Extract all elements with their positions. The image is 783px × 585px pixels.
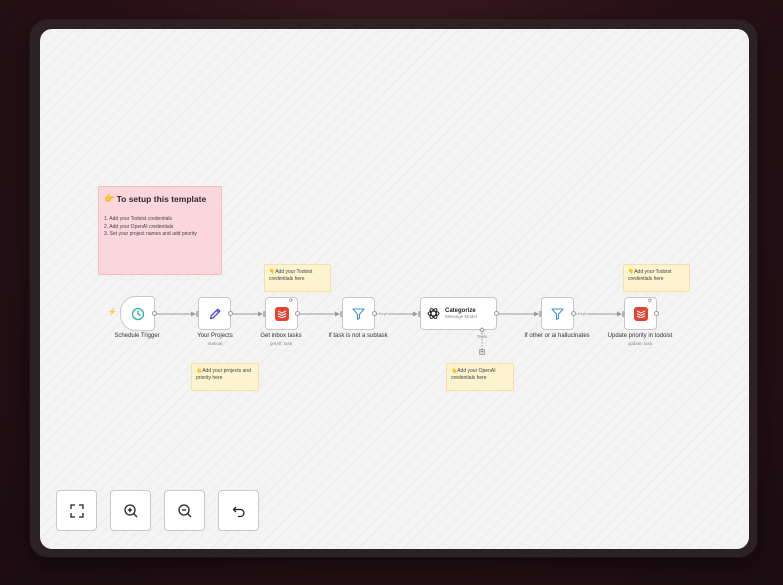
setup-steps-list: 1. Add your Todoist credentials 2. Add y… (104, 216, 216, 239)
fit-view-icon (69, 503, 84, 518)
setup-step: 2. Add your OpenAI credentials (104, 223, 174, 230)
your-projects-node[interactable] (198, 297, 231, 330)
your-projects-label: Your Projects (197, 333, 233, 339)
setup-sticky-note[interactable]: 👉 To setup this template 1. Add your Tod… (98, 186, 222, 275)
clock-icon (131, 307, 144, 320)
input-port[interactable] (340, 311, 343, 317)
todoist-icon (633, 306, 648, 321)
setup-step: 1. Add your Todoist credentials (104, 216, 173, 222)
output-port[interactable] (152, 311, 157, 316)
output-port[interactable] (571, 311, 576, 316)
if-hallucinates-label: If other or ai hallucinates (524, 333, 590, 339)
your-projects-sub: manual (207, 341, 223, 346)
zoom-in-icon (123, 503, 137, 517)
pencil-icon (209, 308, 220, 319)
filter-icon (551, 307, 564, 320)
schedule-trigger-label: Schedule Trigger (114, 333, 160, 339)
workflow-canvas[interactable]: 👉 To setup this template 1. Add your Tod… (40, 29, 749, 549)
pointing-hand-icon: 👉 (104, 193, 115, 203)
update-priority-sub: update: task (627, 341, 653, 346)
get-inbox-tasks-label: Get inbox tasks (260, 333, 302, 339)
if-hallucinates-node[interactable] (541, 297, 574, 330)
setup-note-title: 👉 To setup this template (104, 193, 216, 204)
if-not-subtask-node[interactable] (342, 297, 375, 330)
setup-note-title-text: To setup this template (116, 193, 207, 204)
todoist-credentials-note[interactable]: 👇Add your Todoist credentials here (264, 264, 331, 292)
if-not-subtask-label: If task is not a subtask (328, 333, 388, 339)
categorize-node[interactable]: Categorize Message Model (420, 297, 497, 330)
undo-icon (232, 506, 245, 517)
input-port[interactable] (418, 311, 421, 317)
kept-edge-label: Kept (577, 311, 588, 316)
zoom-in-button[interactable] (110, 490, 151, 531)
zoom-out-button[interactable] (164, 490, 205, 531)
todoist-credentials-note-2[interactable]: 👇Add your Todoist credentials here (623, 264, 690, 292)
openai-note[interactable]: 👆Add your OpenAI credentials here (446, 363, 514, 391)
setup-step: 3. Set your project names and add priori… (104, 231, 197, 237)
openai-icon (427, 308, 440, 319)
get-inbox-tasks-sub: getAll: task (269, 341, 293, 346)
sync-icon: ⟳ (648, 298, 653, 304)
output-port[interactable] (372, 311, 377, 316)
add-tool-button[interactable]: + (479, 349, 485, 355)
sync-icon: ⟳ (289, 298, 294, 304)
zoom-out-icon (177, 503, 191, 517)
categorize-text: Categorize Message Model (445, 308, 477, 319)
update-priority-label: Update priority in todoist (607, 333, 673, 339)
input-port[interactable] (196, 311, 199, 317)
output-port[interactable] (228, 311, 233, 316)
kept-edge-label: Kept (378, 311, 389, 316)
filter-icon (352, 307, 365, 320)
categorize-sub: Message Model (445, 314, 477, 319)
tools-label: Tools (476, 334, 488, 339)
todoist-icon (274, 306, 289, 321)
trigger-lightning-icon: ⚡ (108, 309, 117, 316)
output-port[interactable] (494, 311, 499, 316)
schedule-trigger-node[interactable] (120, 296, 155, 331)
reset-zoom-button[interactable] (218, 490, 259, 531)
input-port[interactable] (263, 311, 266, 317)
output-port[interactable] (654, 311, 659, 316)
fit-view-button[interactable] (56, 490, 97, 531)
output-port[interactable] (295, 311, 300, 316)
input-port[interactable] (622, 311, 625, 317)
input-port[interactable] (539, 311, 542, 317)
projects-note[interactable]: 👆Add your projects and priority here (191, 363, 259, 391)
